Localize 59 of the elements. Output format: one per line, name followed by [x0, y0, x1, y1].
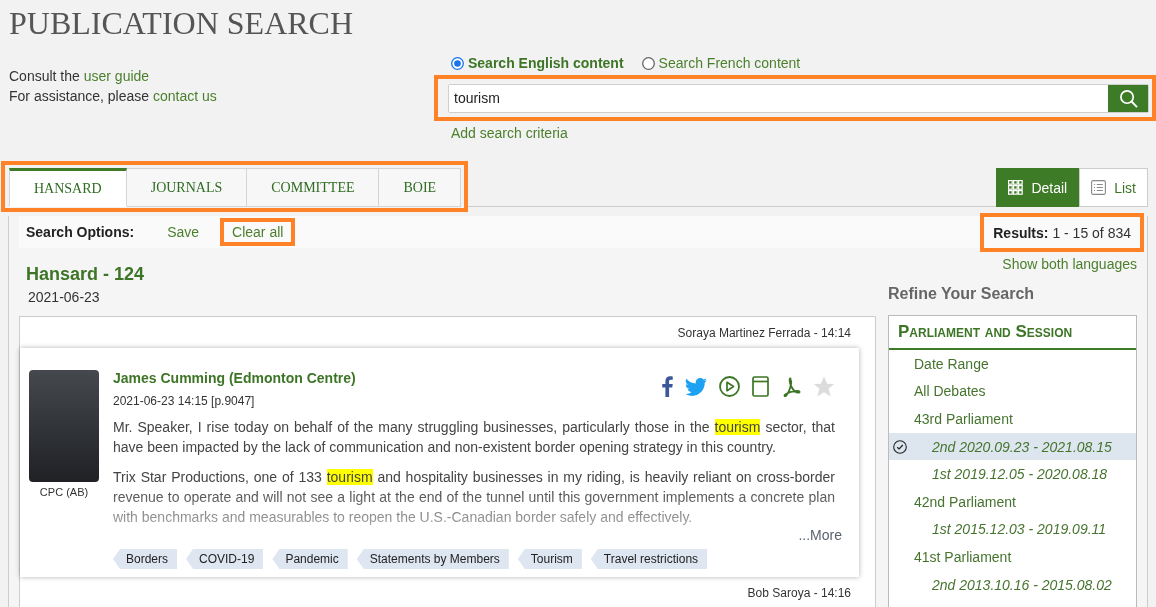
results-date: 2021-06-23	[28, 289, 100, 305]
facet-item[interactable]: Date Range	[889, 350, 1136, 378]
facet-item[interactable]: 1st 2019.12.05 - 2020.08.18	[889, 460, 1136, 488]
results-title: Hansard - 124	[26, 263, 145, 285]
radio-icon[interactable]	[641, 56, 655, 70]
facet-title: Parliament and Session	[889, 316, 1136, 350]
page-title: PUBLICATION SEARCH	[9, 4, 354, 43]
speaker-time: Soraya Martinez Ferrada - 14:14	[677, 325, 851, 340]
facebook-icon[interactable]	[662, 376, 673, 397]
facet-item[interactable]: 42nd Parliament	[889, 487, 1136, 516]
play-circle-icon[interactable]	[719, 376, 740, 397]
grid-icon	[1008, 180, 1024, 195]
help-link[interactable]: user guide	[83, 68, 150, 84]
topic-tag[interactable]: COVID-19	[186, 549, 264, 569]
book-icon[interactable]	[752, 376, 769, 397]
pdf-icon[interactable]	[781, 376, 801, 397]
option-link[interactable]: Save	[167, 222, 200, 242]
search-field[interactable]: tourism	[448, 84, 1149, 113]
party-affiliation: CPC (AB)	[39, 486, 89, 499]
topic-tag[interactable]: Pandemic	[272, 549, 348, 569]
view-toggle-button[interactable]: List	[1079, 168, 1148, 207]
facet-item[interactable]: 1st 2015.12.03 - 2019.09.11	[889, 515, 1136, 544]
tab[interactable]: JOURNALS	[126, 168, 248, 207]
search-options-label: Search Options:	[26, 224, 135, 240]
speech-paragraph: Trix Star Productions, one of 133 tourism and hospitality businesses in my riding, is heavily reliant on cross-border revenue to operate and will not see a light at the end of the tunnel until this government implements a concrete plan with benchmarks and measurables to reopen the U.S.-Canadian border safely and effectively.	[113, 468, 835, 527]
facet-item[interactable]: 2nd 2020.09.23 - 2021.08.15	[889, 432, 1136, 461]
radio-icon[interactable]	[451, 56, 464, 70]
add-criteria-link[interactable]: Add search criteria	[451, 125, 568, 141]
check-circle-icon	[893, 439, 907, 454]
tab[interactable]: BOIE	[379, 168, 462, 207]
results-count: Results: 1 - 15 of 834	[993, 224, 1131, 241]
tab[interactable]: HANSARD	[9, 168, 127, 207]
topic-tag[interactable]: Statements by Members	[356, 549, 509, 569]
twitter-icon[interactable]	[685, 377, 707, 396]
help-text: Consult the user guide	[9, 67, 150, 86]
facet-item[interactable]: 2nd 2013.10.16 - 2015.08.02	[889, 570, 1136, 599]
facet-item[interactable]: 41st Parliament	[889, 543, 1136, 571]
topic-tag[interactable]: Tourism	[517, 549, 582, 569]
facet-item[interactable]: 43rd Parliament	[889, 405, 1136, 433]
tab[interactable]: COMMITTEE	[247, 168, 380, 207]
timestamp: 2021-06-23 14:15 [p.9047]	[113, 393, 255, 409]
language-radio-option[interactable]: Search French content	[641, 55, 801, 71]
show-both-languages-link[interactable]: Show both languages	[1002, 256, 1137, 272]
option-link[interactable]: Clear all	[232, 222, 284, 242]
refine-heading: Refine Your Search	[888, 284, 1035, 304]
more-link[interactable]: ...More	[798, 527, 842, 543]
topic-tag[interactable]: Travel restrictions	[590, 549, 708, 569]
help-text: For assistance, please contact us	[9, 87, 217, 106]
speaker-name-link[interactable]: James Cumming (Edmonton Centre)	[113, 370, 356, 386]
language-radio-option[interactable]: Search English content	[451, 55, 624, 71]
help-link[interactable]: contact us	[152, 88, 217, 104]
facet-item[interactable]: All Debates	[889, 377, 1136, 406]
speaker-time: Bob Saroya - 14:16	[747, 585, 851, 600]
list-icon	[1091, 180, 1107, 195]
search-button[interactable]	[1108, 85, 1148, 112]
topic-tag[interactable]: Borders	[113, 549, 178, 569]
search-icon	[1118, 89, 1138, 108]
star-icon[interactable]	[813, 376, 835, 397]
view-toggle-button[interactable]: Detail	[996, 168, 1080, 207]
